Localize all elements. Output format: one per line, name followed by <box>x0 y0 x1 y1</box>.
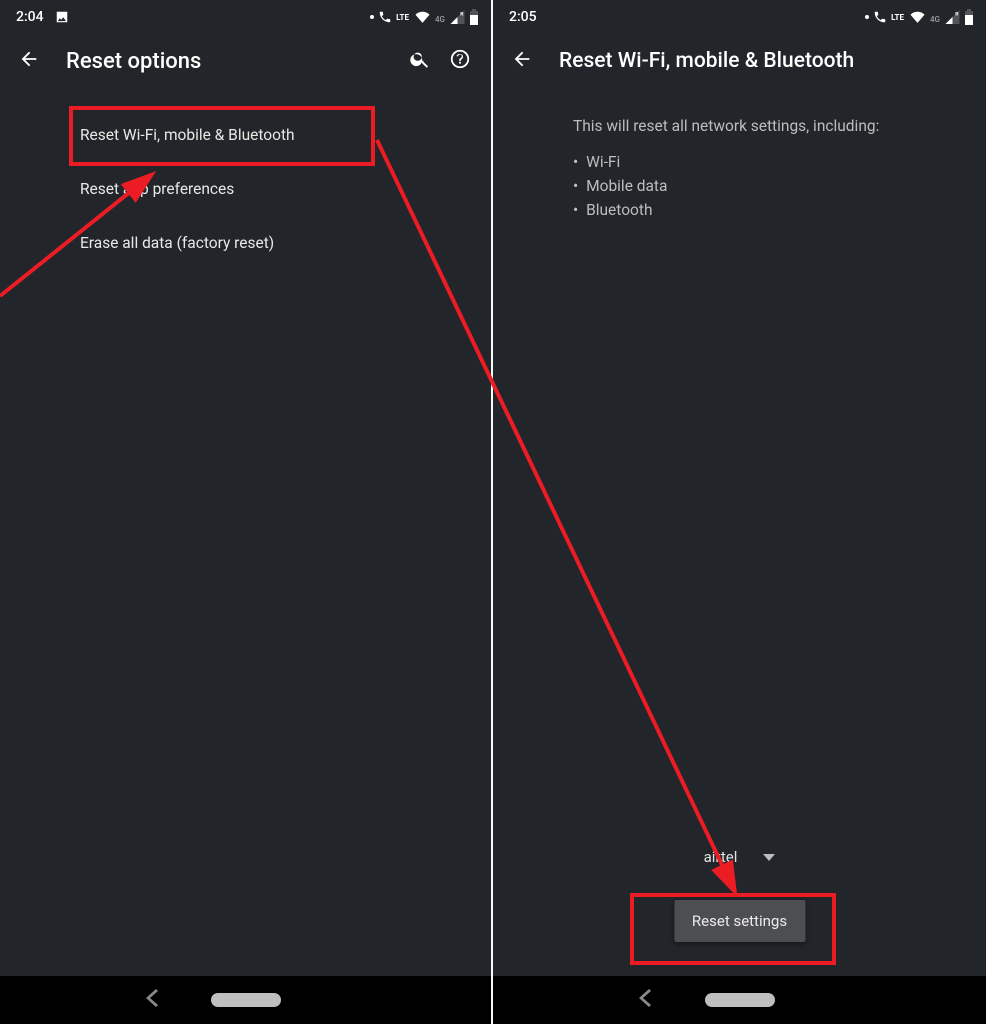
picture-notification-icon <box>54 10 70 24</box>
option-reset-network[interactable]: Reset Wi-Fi, mobile & Bluetooth <box>0 108 491 162</box>
signal-icon: R <box>945 10 960 24</box>
status-time: 2:05 <box>509 9 537 25</box>
battery-icon <box>469 9 479 25</box>
lead-text: This will reset all network settings, in… <box>573 114 986 138</box>
reset-settings-button[interactable]: Reset settings <box>674 900 805 942</box>
status-time: 2:04 <box>16 9 44 25</box>
app-bar: Reset options <box>0 30 491 86</box>
status-bar: 2:04 LTE 4G R <box>0 0 491 30</box>
sim-picker[interactable]: airtel <box>493 848 986 866</box>
volte-call-icon <box>873 10 887 24</box>
lte-label: LTE <box>891 13 904 22</box>
detail-body: This will reset all network settings, in… <box>493 86 986 222</box>
nav-back-icon[interactable] <box>146 989 158 1011</box>
back-icon[interactable] <box>511 48 533 74</box>
chevron-down-icon <box>763 848 775 866</box>
nav-bar <box>0 976 491 1024</box>
dot-icon <box>370 15 374 19</box>
bullet-item: Mobile data <box>573 174 986 198</box>
back-icon[interactable] <box>18 48 40 74</box>
wifi-icon <box>414 10 431 24</box>
app-bar: Reset Wi-Fi, mobile & Bluetooth <box>493 30 986 86</box>
page-title: Reset options <box>66 49 391 74</box>
sim-selected: airtel <box>704 848 738 866</box>
nav-back-icon[interactable] <box>639 989 651 1011</box>
bullet-item: Bluetooth <box>573 198 986 222</box>
bullet-item: Wi-Fi <box>573 150 986 174</box>
lte-label: LTE <box>396 13 409 22</box>
search-icon[interactable] <box>409 48 431 74</box>
dot-icon <box>865 15 869 19</box>
nav-bar <box>493 976 986 1024</box>
option-label: Erase all data (factory reset) <box>80 234 274 252</box>
nav-home-pill[interactable] <box>705 993 775 1007</box>
option-label: Reset app preferences <box>80 180 234 198</box>
battery-icon <box>964 9 974 25</box>
nav-home-pill[interactable] <box>211 993 281 1007</box>
bullets: Wi-Fi Mobile data Bluetooth <box>573 150 986 222</box>
volte-call-icon <box>378 10 392 24</box>
reset-options-list: Reset Wi-Fi, mobile & Bluetooth Reset ap… <box>0 86 491 270</box>
status-bar: 2:05 LTE 4G R <box>493 0 986 30</box>
help-icon[interactable] <box>449 48 471 74</box>
signal-icon: R <box>450 10 465 24</box>
screen-reset-network-detail: 2:05 LTE 4G R <box>493 0 986 1024</box>
4g-label: 4G <box>930 15 940 24</box>
option-factory-reset[interactable]: Erase all data (factory reset) <box>0 216 491 270</box>
screen-reset-options: 2:04 LTE 4G R <box>0 0 493 1024</box>
option-reset-app-prefs[interactable]: Reset app preferences <box>0 162 491 216</box>
4g-label: 4G <box>435 15 445 24</box>
button-label: Reset settings <box>692 912 787 930</box>
option-label: Reset Wi-Fi, mobile & Bluetooth <box>80 126 295 144</box>
page-title: Reset Wi-Fi, mobile & Bluetooth <box>559 49 966 73</box>
wifi-icon <box>909 10 926 24</box>
